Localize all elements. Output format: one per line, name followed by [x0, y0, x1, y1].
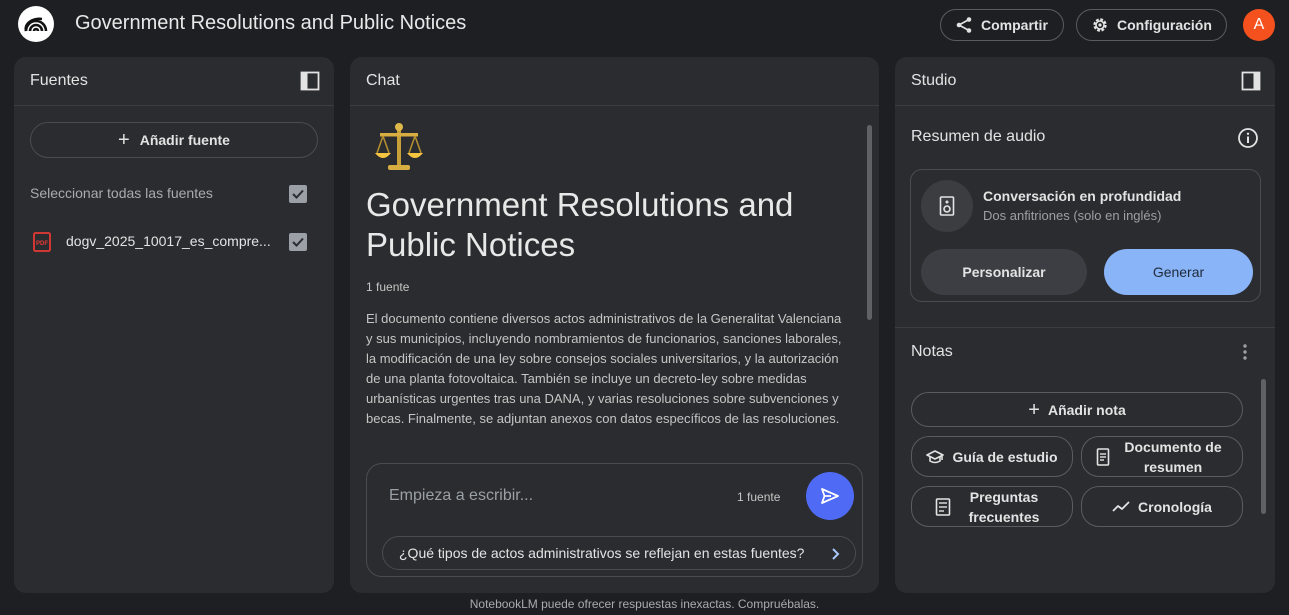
- customize-button[interactable]: Personalizar: [921, 249, 1087, 295]
- timeline-button[interactable]: Cronología: [1081, 486, 1243, 527]
- share-icon: [956, 17, 972, 33]
- collapse-panel-icon[interactable]: [1241, 71, 1261, 91]
- chat-scrollbar[interactable]: [867, 125, 872, 320]
- chat-input-box: 1 fuente ¿Qué tipos de actos administrat…: [366, 463, 863, 577]
- sources-title: Fuentes: [30, 72, 88, 89]
- generate-button[interactable]: Generar: [1104, 249, 1253, 295]
- audio-icon-container: [921, 180, 973, 232]
- add-source-button[interactable]: + Añadir fuente: [30, 122, 318, 158]
- add-source-label: Añadir fuente: [139, 132, 230, 148]
- notes-title: Notas: [911, 343, 953, 360]
- add-note-button[interactable]: + Añadir nota: [911, 392, 1243, 427]
- study-guide-label: Guía de estudio: [952, 448, 1058, 465]
- faq-label: Preguntas frecuentes: [968, 488, 1040, 525]
- select-all-checkbox[interactable]: [289, 185, 307, 203]
- studio-panel: Studio Resumen de audio Conversación en …: [895, 57, 1275, 593]
- notebook-heading: Government Resolutions and Public Notice…: [366, 186, 794, 263]
- audio-overview-card: Conversación en profundidad Dos anfitrio…: [910, 169, 1261, 302]
- chevron-right-icon: [832, 548, 840, 560]
- input-source-count: 1 fuente: [737, 490, 781, 504]
- app-header: Government Resolutions and Public Notice…: [0, 0, 1289, 50]
- svg-text:PDF: PDF: [36, 241, 48, 247]
- select-all-label: Seleccionar todas las fuentes: [30, 185, 213, 201]
- source-checkbox[interactable]: [289, 233, 307, 251]
- faq-button[interactable]: Preguntas frecuentes: [911, 486, 1073, 527]
- chat-input[interactable]: [389, 482, 709, 510]
- gear-icon: [1093, 18, 1107, 32]
- audio-card-title: Conversación en profundidad: [983, 188, 1182, 204]
- speaker-icon: [939, 196, 955, 216]
- settings-button[interactable]: Configuración: [1076, 9, 1227, 41]
- source-item-name[interactable]: dogv_2025_10017_es_compre...: [66, 233, 276, 249]
- faq-list-icon: [935, 497, 951, 516]
- info-icon[interactable]: [1237, 127, 1259, 149]
- briefing-doc-button[interactable]: Documento de resumen: [1081, 436, 1243, 477]
- settings-label: Configuración: [1117, 17, 1212, 33]
- study-guide-button[interactable]: Guía de estudio: [911, 436, 1073, 477]
- pdf-icon: PDF: [33, 232, 51, 252]
- chat-title: Chat: [366, 72, 400, 89]
- collapse-panel-icon[interactable]: [300, 71, 320, 91]
- studio-scrollbar[interactable]: [1261, 379, 1266, 514]
- send-icon: [821, 488, 839, 504]
- avatar[interactable]: A: [1243, 9, 1275, 41]
- sources-panel: Fuentes + Añadir fuente Seleccionar toda…: [14, 57, 334, 593]
- document-icon: [1096, 447, 1110, 466]
- briefing-doc-label: Documento de resumen: [1124, 438, 1222, 475]
- notebooklm-logo-icon[interactable]: [18, 6, 54, 42]
- next-suggestion-button[interactable]: [815, 537, 855, 569]
- chat-panel: Chat Government Resolutions and Public N…: [350, 57, 879, 593]
- source-count: 1 fuente: [366, 280, 410, 294]
- send-button[interactable]: [806, 472, 854, 520]
- check-icon: [292, 189, 304, 199]
- plus-icon: +: [1028, 398, 1040, 421]
- plus-icon: +: [118, 129, 130, 151]
- timeline-icon: [1112, 500, 1130, 512]
- timeline-label: Cronología: [1138, 498, 1212, 515]
- graduation-cap-icon: [926, 449, 945, 463]
- studio-panel-header: Studio: [895, 57, 1275, 106]
- suggested-question-text: ¿Qué tipos de actos administrativos se r…: [399, 545, 805, 561]
- share-label: Compartir: [981, 17, 1048, 33]
- audio-overview-title: Resumen de audio: [911, 128, 1046, 145]
- balance-scale-icon: [375, 123, 423, 170]
- notebook-summary: El documento contiene diversos actos adm…: [366, 311, 842, 426]
- sources-panel-header: Fuentes: [14, 57, 334, 106]
- chat-panel-header: Chat: [350, 57, 879, 106]
- suggested-question-chip[interactable]: ¿Qué tipos de actos administrativos se r…: [382, 536, 856, 570]
- add-note-label: Añadir nota: [1047, 401, 1126, 418]
- share-button[interactable]: Compartir: [940, 9, 1064, 41]
- notebook-title[interactable]: Government Resolutions and Public Notice…: [75, 12, 466, 35]
- footer-disclaimer: NotebookLM puede ofrecer respuestas inex…: [469, 597, 820, 611]
- audio-card-subtitle: Dos anfitriones (solo en inglés): [983, 208, 1162, 223]
- check-icon: [292, 237, 304, 247]
- divider: [895, 327, 1275, 328]
- more-vert-icon[interactable]: [1241, 342, 1249, 362]
- studio-title: Studio: [911, 72, 957, 89]
